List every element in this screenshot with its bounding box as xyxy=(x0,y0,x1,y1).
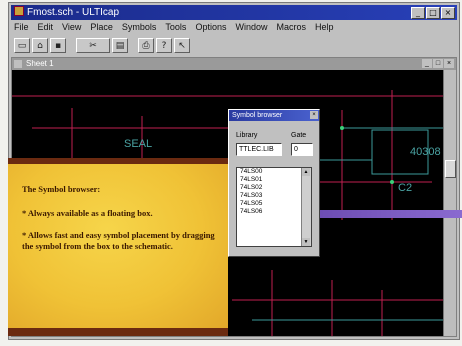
symbol-list-item[interactable]: 74LS06 xyxy=(237,208,311,216)
note-heading: The Symbol browser: xyxy=(22,184,101,194)
symbol-list-item[interactable]: 74LS02 xyxy=(237,184,311,192)
menu-view[interactable]: View xyxy=(62,21,81,34)
close-button[interactable]: × xyxy=(441,7,455,19)
doc-maximize-button[interactable]: □ xyxy=(433,59,443,68)
pointer-help-icon[interactable]: ↖ xyxy=(174,37,190,53)
gate-label: Gate xyxy=(291,132,307,139)
menu-place[interactable]: Place xyxy=(90,21,113,34)
menu-symbols[interactable]: Symbols xyxy=(122,21,157,34)
window-controls: _ □ × xyxy=(411,7,455,19)
document-controls: _ □ × xyxy=(422,59,454,68)
symbol-list-item[interactable]: 74LS01 xyxy=(237,176,311,184)
schematic-label: C2 xyxy=(398,182,413,194)
menu-macros[interactable]: Macros xyxy=(276,21,306,34)
title-bar[interactable]: Fmost.sch - ULTIcap _ □ × xyxy=(11,5,457,20)
save-icon[interactable]: ▪ xyxy=(50,37,66,53)
open-folder-icon[interactable]: ⌂ xyxy=(32,37,48,53)
symbol-list[interactable]: 74LS00 74LS01 74LS02 74LS03 74LS05 74LS0… xyxy=(236,167,312,247)
app-title: Fmost.sch - ULTIcap xyxy=(27,7,120,18)
symbol-list-item[interactable]: 74LS03 xyxy=(237,192,311,200)
scroll-thumb[interactable] xyxy=(445,160,456,178)
print-icon[interactable]: ⎙ xyxy=(138,37,154,53)
app-icon xyxy=(14,6,24,16)
scroll-down-icon[interactable]: ▼ xyxy=(302,238,310,246)
symbol-browser-title: Symbol browser xyxy=(232,112,283,119)
menu-file[interactable]: File xyxy=(14,21,29,34)
junction-dot xyxy=(340,126,344,130)
menu-window[interactable]: Window xyxy=(235,21,267,34)
symbol-list-item[interactable]: 74LS05 xyxy=(237,200,311,208)
scroll-up-icon[interactable]: ▲ xyxy=(302,168,310,176)
menu-edit[interactable]: Edit xyxy=(38,21,54,34)
help-icon[interactable]: ? xyxy=(156,37,172,53)
junction-dot xyxy=(390,180,394,184)
toolbar: ▭ ⌂ ▪ ✂ ▤ ⎙ ? ↖ xyxy=(11,35,457,55)
menu-tools[interactable]: Tools xyxy=(165,21,186,34)
minimize-button[interactable]: _ xyxy=(411,7,425,19)
library-field[interactable]: TTLEC.LIB xyxy=(236,143,282,156)
document-title-bar[interactable]: Sheet 1 _ □ × xyxy=(12,58,456,70)
menu-bar: File Edit View Place Symbols Tools Optio… xyxy=(11,21,457,34)
doc-close-button[interactable]: × xyxy=(444,59,454,68)
symbol-browser-title-bar[interactable]: Symbol browser × xyxy=(229,110,319,121)
note-bullet: * Always available as a floating box. xyxy=(22,208,153,218)
menu-options[interactable]: Options xyxy=(195,21,226,34)
annotation-note: The Symbol browser: * Always available a… xyxy=(8,158,228,336)
close-icon[interactable]: × xyxy=(310,111,318,119)
schematic-label: 40308 xyxy=(410,146,441,158)
symbol-browser-panel: Symbol browser × Library Gate TTLEC.LIB … xyxy=(228,109,320,257)
document-icon xyxy=(14,60,22,68)
list-scrollbar[interactable]: ▲ ▼ xyxy=(301,168,311,246)
vertical-scrollbar[interactable] xyxy=(443,70,456,336)
note-bullet: * Allows fast and easy symbol placement … xyxy=(22,230,215,251)
new-file-icon[interactable]: ▭ xyxy=(14,37,30,53)
symbol-list-item[interactable]: 74LS00 xyxy=(237,168,311,176)
menu-help[interactable]: Help xyxy=(315,21,334,34)
maximize-button[interactable]: □ xyxy=(426,7,440,19)
doc-minimize-button[interactable]: _ xyxy=(422,59,432,68)
gate-field[interactable]: 0 xyxy=(291,143,313,156)
paste-icon[interactable]: ▤ xyxy=(112,37,128,53)
schematic-label: SEAL xyxy=(124,138,153,150)
library-label: Library xyxy=(236,132,258,139)
document-title: Sheet 1 xyxy=(26,59,54,68)
cut-copy-icon[interactable]: ✂ xyxy=(76,37,110,53)
